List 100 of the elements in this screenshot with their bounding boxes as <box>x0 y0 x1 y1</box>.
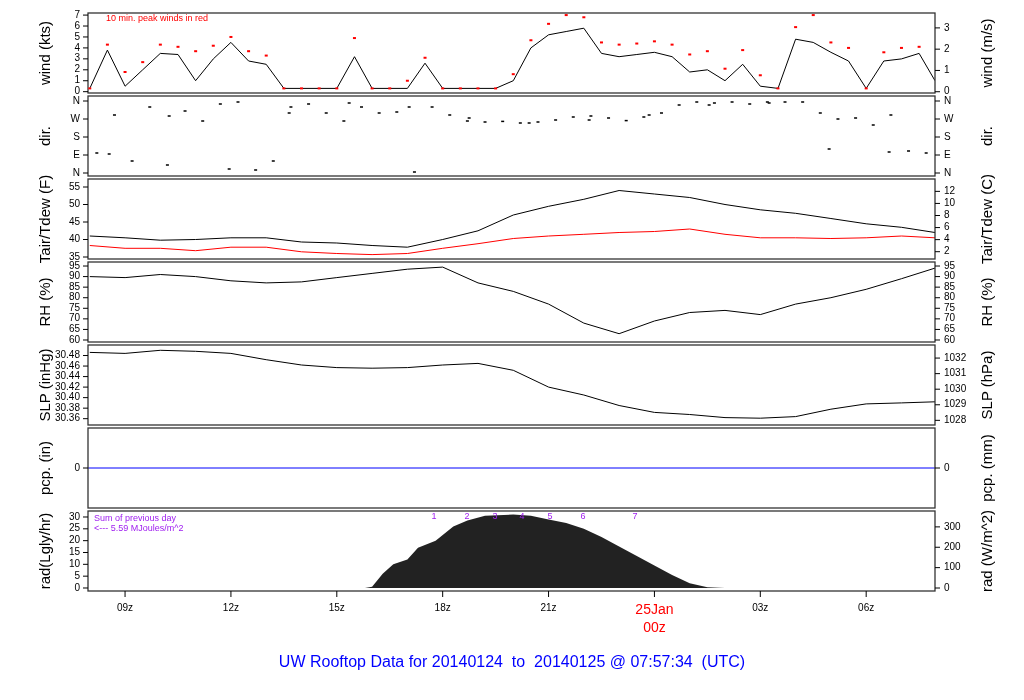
tick-label: 20 <box>68 534 80 546</box>
page-title: UW Rooftop Data for 20140124 to 20140125 @ 07:57:34 (UTC) <box>277 653 747 671</box>
tick-label: 85 <box>944 280 956 292</box>
tick-label: 45 <box>68 215 80 227</box>
tick-label: 95 <box>68 259 80 271</box>
axis-title: Tair/Tdew (C) <box>977 174 995 264</box>
tick-label: 03z <box>752 602 769 613</box>
tick-label: 70 <box>68 312 80 324</box>
axis-title: rad (W/m^2) <box>977 510 995 592</box>
tick-label: 4 <box>944 233 950 245</box>
tick-label: 65 <box>68 323 80 335</box>
tick-label: 06z <box>858 602 875 613</box>
axis-title: pcp. (mm) <box>977 434 995 502</box>
tick-label: 7 <box>74 8 80 20</box>
tick-label: 3 <box>74 52 80 64</box>
tick-label: 100 <box>944 561 961 573</box>
axis-title: dir. <box>35 126 53 146</box>
tick-label: 25 <box>68 522 80 534</box>
tick-label: 30.46 <box>54 359 80 371</box>
tick-label: 21z <box>540 602 557 613</box>
hour-mark: 1 <box>431 511 437 522</box>
tick-label: 2 <box>74 63 80 75</box>
tick-label: 5 <box>74 30 80 42</box>
axis-title: Tair/Tdew (F) <box>35 174 53 264</box>
tick-label: 15 <box>68 546 80 558</box>
hour-mark: 5 <box>547 511 553 522</box>
tick-label: 0 <box>944 581 950 593</box>
tick-label: 80 <box>944 291 956 303</box>
tick-label: 25Jan 00z <box>635 601 674 635</box>
tick-label: 3 <box>944 21 950 33</box>
tick-label: 55 <box>68 180 80 192</box>
axis-title: dir. <box>977 126 995 146</box>
annotation-text: Sum of previous day <box>94 513 177 524</box>
tick-label: 30.40 <box>54 391 80 403</box>
tick-label: 12 <box>944 185 956 196</box>
axis-title: pcp. (in) <box>35 440 53 496</box>
tick-label: 30.48 <box>54 349 80 361</box>
tick-label: 80 <box>68 291 80 303</box>
tick-label: 5 <box>74 569 80 581</box>
tick-label: 60 <box>68 333 80 345</box>
tick-label: 4 <box>74 41 80 53</box>
tick-label: 18z <box>434 602 451 613</box>
tick-label: 2 <box>944 245 950 257</box>
tick-label: W <box>944 112 954 124</box>
tick-label: 1032 <box>944 351 967 363</box>
tick-label: S <box>944 130 951 142</box>
tick-label: 35 <box>68 250 80 262</box>
tick-label: 1030 <box>944 382 967 394</box>
tick-label: 8 <box>944 209 950 221</box>
tick-label: 09z <box>117 602 134 613</box>
tick-label: 0 <box>944 461 950 473</box>
axis-title: wind (m/s) <box>977 18 995 88</box>
axis-title: RH (%) <box>35 277 53 327</box>
tick-label: N <box>944 94 952 106</box>
tick-label: E <box>944 148 951 160</box>
tick-label: 0 <box>74 461 80 473</box>
tick-label: 0 <box>74 581 80 593</box>
tick-label: 90 <box>68 270 80 282</box>
tick-label: 65 <box>944 323 956 335</box>
axis-title: SLP (hPa) <box>977 350 995 420</box>
tick-label: 1 <box>944 64 950 76</box>
tick-label: 30 <box>68 510 80 522</box>
tick-label: 75 <box>68 301 80 313</box>
tick-label: 30.44 <box>54 370 80 382</box>
tick-label: S <box>73 130 80 142</box>
tick-label: N <box>72 166 80 178</box>
hour-mark: 3 <box>492 511 498 522</box>
tick-label: 300 <box>944 520 961 532</box>
hour-mark: 4 <box>519 511 525 522</box>
tick-label: 1029 <box>944 398 967 410</box>
tick-label: 30.38 <box>54 401 80 413</box>
hour-mark: 7 <box>632 511 638 522</box>
tick-label: 40 <box>68 233 80 245</box>
axis-title: wind (kts) <box>35 20 53 86</box>
hour-mark: 2 <box>464 511 470 522</box>
tick-label: 10 <box>68 557 80 569</box>
tick-label: 2 <box>944 42 950 54</box>
axis-title: SLP (inHg) <box>35 348 53 422</box>
tick-label: 6 <box>74 19 80 31</box>
tick-label: 85 <box>68 280 80 292</box>
tick-label: 6 <box>944 221 950 233</box>
tick-label: 12z <box>222 602 239 613</box>
tick-label: 15z <box>328 602 345 613</box>
axis-title: rad(Lgly/hr) <box>35 512 53 590</box>
tick-label: 30.36 <box>54 412 80 424</box>
tick-label: 200 <box>944 540 961 552</box>
tick-label: E <box>73 148 80 160</box>
tick-label: N <box>72 94 80 106</box>
tick-label: 60 <box>944 333 956 345</box>
tick-label: 0 <box>74 85 80 97</box>
tick-label: 90 <box>944 270 956 282</box>
hour-mark: 6 <box>580 511 586 522</box>
tick-label: 95 <box>944 259 956 271</box>
tick-label: 1028 <box>944 413 967 425</box>
axis-title: RH (%) <box>977 277 995 327</box>
tick-label: 70 <box>944 312 956 324</box>
tick-label: 1 <box>74 74 80 86</box>
tick-label: 1031 <box>944 367 967 379</box>
tick-label: N <box>944 166 952 178</box>
tick-label: 75 <box>944 301 956 313</box>
